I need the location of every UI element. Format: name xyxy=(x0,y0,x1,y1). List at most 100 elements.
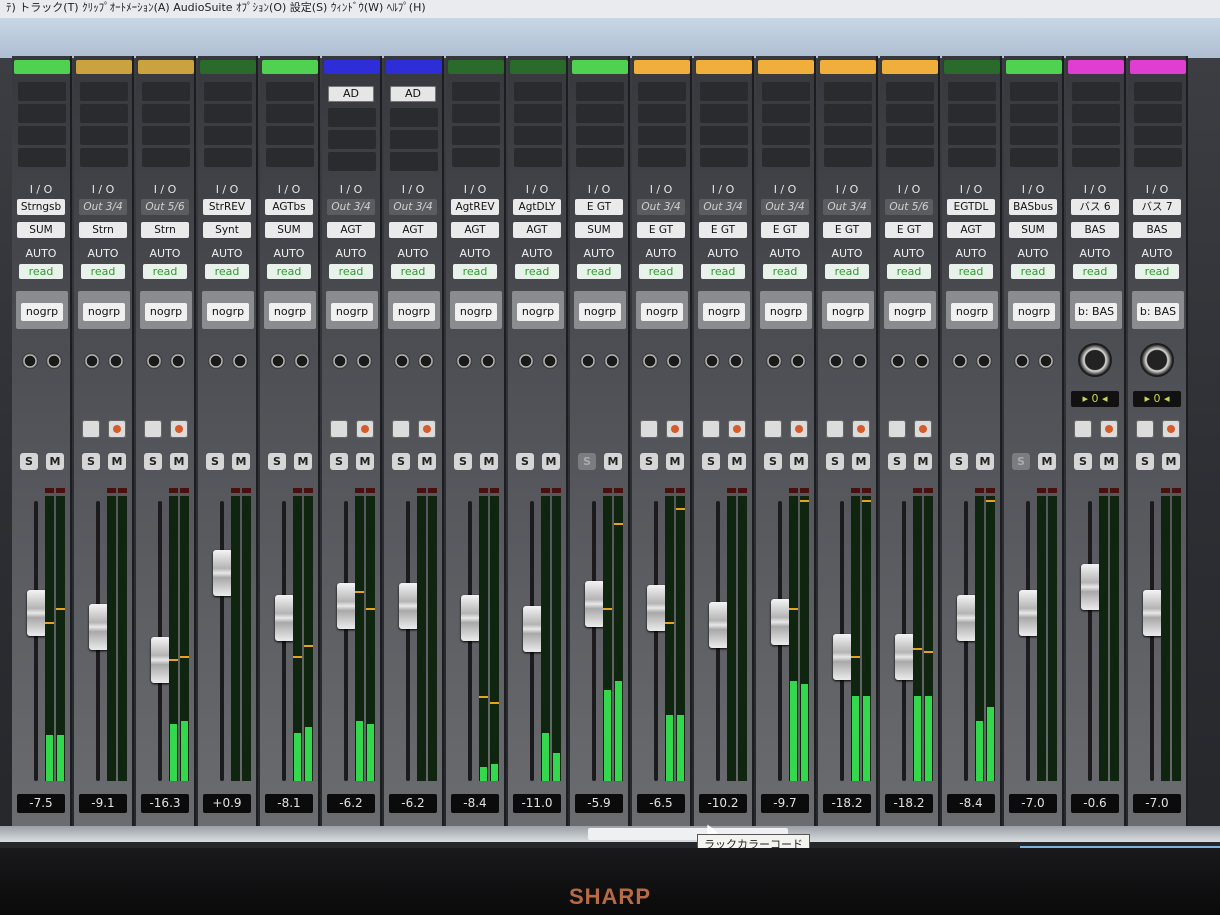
group-selector[interactable]: nogrp xyxy=(827,303,869,321)
clip-indicator[interactable] xyxy=(541,488,550,493)
track-color-bar[interactable] xyxy=(1006,60,1062,74)
clip-indicator[interactable] xyxy=(118,488,127,493)
mute-button[interactable]: M xyxy=(232,453,250,470)
track-color-bar[interactable] xyxy=(138,60,194,74)
insert-slot[interactable] xyxy=(328,108,376,127)
pan-left-knob-icon[interactable] xyxy=(208,353,224,369)
output-selector[interactable]: E GT xyxy=(823,222,871,238)
output-selector[interactable]: E GT xyxy=(637,222,685,238)
clip-indicator[interactable] xyxy=(45,488,54,493)
clip-indicator[interactable] xyxy=(800,488,809,493)
output-selector[interactable]: SUM xyxy=(1009,222,1057,238)
output-selector[interactable]: E GT xyxy=(699,222,747,238)
insert-slot[interactable] xyxy=(700,148,748,167)
output-selector[interactable]: AGT xyxy=(947,222,995,238)
pan-left-knob-icon[interactable] xyxy=(146,353,162,369)
mute-button[interactable]: M xyxy=(108,453,126,470)
clip-indicator[interactable] xyxy=(293,488,302,493)
pan-knob-icon[interactable] xyxy=(1140,343,1174,377)
solo-button[interactable]: S xyxy=(392,453,410,470)
insert-slot[interactable] xyxy=(328,152,376,171)
insert-slot[interactable] xyxy=(328,130,376,149)
input-monitor-button[interactable] xyxy=(702,420,720,438)
pan-right-knob-icon[interactable] xyxy=(728,353,744,369)
output-selector[interactable]: E GT xyxy=(761,222,809,238)
volume-readout[interactable]: -9.1 xyxy=(79,794,127,813)
clip-indicator[interactable] xyxy=(107,488,116,493)
mute-button[interactable]: M xyxy=(1162,453,1180,470)
insert-slot[interactable] xyxy=(390,108,438,127)
insert-slot[interactable] xyxy=(638,126,686,145)
insert-slot[interactable] xyxy=(948,82,996,101)
volume-fader[interactable] xyxy=(647,585,667,632)
pan-right-knob-icon[interactable] xyxy=(46,353,62,369)
input-monitor-button[interactable] xyxy=(1136,420,1154,438)
track-color-bar[interactable] xyxy=(572,60,628,74)
mute-button[interactable]: M xyxy=(294,453,312,470)
group-selector[interactable]: nogrp xyxy=(21,303,63,321)
mute-button[interactable]: M xyxy=(728,453,746,470)
fader-track[interactable] xyxy=(406,501,410,781)
insert-slot[interactable] xyxy=(266,126,314,145)
solo-button[interactable]: S xyxy=(764,453,782,470)
clip-indicator[interactable] xyxy=(789,488,798,493)
pan-right-knob-icon[interactable] xyxy=(418,353,434,369)
clip-indicator[interactable] xyxy=(366,488,375,493)
insert-slot[interactable] xyxy=(452,104,500,123)
clip-indicator[interactable] xyxy=(56,488,65,493)
volume-fader[interactable] xyxy=(275,594,295,641)
input-monitor-button[interactable] xyxy=(764,420,782,438)
volume-readout[interactable]: -18.2 xyxy=(823,794,871,813)
input-monitor-button[interactable] xyxy=(640,420,658,438)
clip-indicator[interactable] xyxy=(490,488,499,493)
volume-fader[interactable] xyxy=(957,594,977,641)
input-monitor-button[interactable] xyxy=(144,420,162,438)
volume-fader[interactable] xyxy=(1019,589,1039,636)
record-arm-button[interactable] xyxy=(170,420,188,438)
track-color-bar[interactable] xyxy=(448,60,504,74)
insert-slot[interactable] xyxy=(1010,126,1058,145)
insert-slot[interactable] xyxy=(18,148,66,167)
input-selector[interactable]: Out 3/4 xyxy=(79,199,127,215)
mute-button[interactable]: M xyxy=(1038,453,1056,470)
pan-right-knob-icon[interactable] xyxy=(294,353,310,369)
group-selector[interactable]: nogrp xyxy=(951,303,993,321)
pan-right-knob-icon[interactable] xyxy=(604,353,620,369)
group-selector[interactable]: nogrp xyxy=(83,303,125,321)
input-selector[interactable]: Out 3/4 xyxy=(823,199,871,215)
record-arm-button[interactable] xyxy=(666,420,684,438)
input-monitor-button[interactable] xyxy=(392,420,410,438)
input-monitor-button[interactable] xyxy=(82,420,100,438)
input-selector[interactable]: Out 3/4 xyxy=(699,199,747,215)
pan-left-knob-icon[interactable] xyxy=(84,353,100,369)
volume-readout[interactable]: -6.5 xyxy=(637,794,685,813)
volume-fader[interactable] xyxy=(1143,589,1163,636)
pan-right-knob-icon[interactable] xyxy=(356,353,372,369)
input-selector[interactable]: Out 5/6 xyxy=(141,199,189,215)
input-selector[interactable]: E GT xyxy=(575,199,623,215)
pan-right-knob-icon[interactable] xyxy=(108,353,124,369)
group-selector[interactable]: nogrp xyxy=(889,303,931,321)
fader-track[interactable] xyxy=(282,501,286,781)
insert-slot[interactable] xyxy=(1072,104,1120,123)
mute-button[interactable]: M xyxy=(914,453,932,470)
volume-readout[interactable]: -16.3 xyxy=(141,794,189,813)
fader-track[interactable] xyxy=(1026,501,1030,781)
solo-button[interactable]: S xyxy=(268,453,286,470)
input-selector[interactable]: StrREV xyxy=(203,199,251,215)
fader-track[interactable] xyxy=(468,501,472,781)
automation-mode-button[interactable]: read xyxy=(701,264,745,279)
volume-fader[interactable] xyxy=(709,601,729,648)
automation-mode-button[interactable]: read xyxy=(763,264,807,279)
group-selector[interactable]: b: BAS xyxy=(1137,303,1179,321)
insert-slot[interactable] xyxy=(700,82,748,101)
solo-button[interactable]: S xyxy=(1012,453,1030,470)
input-selector[interactable]: BASbus xyxy=(1009,199,1057,215)
insert-slot[interactable] xyxy=(1010,148,1058,167)
fader-track[interactable] xyxy=(220,501,224,781)
clip-indicator[interactable] xyxy=(169,488,178,493)
volume-fader[interactable] xyxy=(833,634,853,681)
insert-slot[interactable] xyxy=(142,104,190,123)
pan-right-knob-icon[interactable] xyxy=(666,353,682,369)
group-selector[interactable]: nogrp xyxy=(269,303,311,321)
